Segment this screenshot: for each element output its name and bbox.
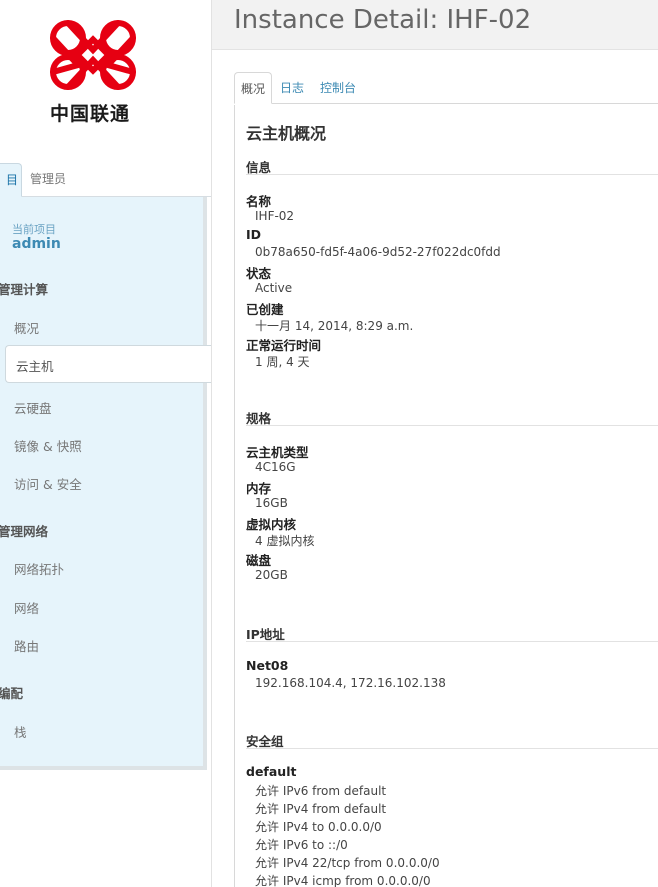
field-label-status: 状态 [246, 266, 272, 281]
field-label-id: ID [246, 227, 262, 242]
field-label-disk: 磁盘 [246, 553, 272, 568]
sidebar-group-network: 管理网络 [0, 524, 49, 539]
sidebar-item-network-topology[interactable]: 网络拓扑 [14, 559, 64, 578]
field-value-vcpus: 4 虚拟内核 [255, 534, 315, 548]
sidebar-item-overview[interactable]: 概况 [14, 318, 39, 337]
detail-tabs: 概况 日志 控制台 [234, 70, 658, 104]
field-value-status: Active [255, 281, 293, 295]
tab-console[interactable]: 控制台 [320, 72, 356, 104]
security-rule: 允许 IPv6 to ::/0 [255, 838, 348, 852]
sidebar-item-stacks[interactable]: 栈 [14, 722, 27, 741]
sidebar-group-compute: 管理计算 [0, 282, 49, 297]
section-divider [246, 748, 658, 749]
field-label-flavor: 云主机类型 [246, 445, 309, 460]
main-content: 概况 日志 控制台 云主机概况 信息 名称 IHF-02 ID 0b78a650… [234, 70, 658, 887]
security-rule: 允许 IPv4 icmp from 0.0.0.0/0 [255, 874, 431, 887]
security-rule: 允许 IPv6 from default [255, 784, 387, 798]
sidebar-item-images[interactable]: 镜像 & 快照 [14, 436, 82, 455]
sidebar: 中国联通 目 管理员 当前项目 admin 管理计算 概况 云主机 云硬盘 镜像… [0, 0, 212, 887]
logo-text: 中国联通 [49, 103, 130, 125]
section-divider [246, 641, 658, 642]
field-label-name: 名称 [246, 194, 272, 209]
sidebar-divider [211, 0, 212, 887]
sidebar-item-networks[interactable]: 网络 [14, 598, 39, 617]
section-divider [246, 174, 658, 175]
security-rule: 允许 IPv4 from default [255, 802, 387, 816]
field-value-created: 十一月 14, 2014, 8:29 a.m. [255, 319, 414, 333]
tab-overview[interactable]: 概况 [234, 72, 272, 104]
field-label-network: Net08 [246, 658, 289, 673]
page-title: Instance Detail: IHF-02 [234, 5, 532, 35]
sidebar-nav-panel: 当前项目 admin 管理计算 概况 云主机 云硬盘 镜像 & 快照 访问 & … [0, 197, 212, 770]
security-rule: 允许 IPv4 22/tcp from 0.0.0.0/0 [255, 856, 440, 870]
sidebar-item-volumes[interactable]: 云硬盘 [14, 398, 52, 417]
field-label-security-group: default [246, 764, 297, 779]
sidebar-tab-admin[interactable]: 管理员 [25, 163, 75, 197]
tab-log[interactable]: 日志 [280, 72, 304, 104]
sidebar-group-orchestration: 编配 [0, 686, 24, 701]
field-value-uptime: 1 周, 4 天 [255, 355, 310, 369]
field-value-ram: 16GB [255, 496, 288, 510]
field-label-ram: 内存 [246, 481, 272, 496]
sidebar-item-instances[interactable]: 云主机 [5, 345, 212, 383]
page-header: Instance Detail: IHF-02 [212, 0, 658, 50]
section-divider [246, 425, 658, 426]
detail-title: 云主机概况 [246, 124, 327, 143]
sidebar-item-access-security[interactable]: 访问 & 安全 [14, 474, 82, 493]
current-project-name[interactable]: admin [12, 236, 61, 252]
field-value-flavor: 4C16G [255, 460, 296, 474]
field-label-vcpus: 虚拟内核 [246, 517, 297, 532]
sidebar-item-label: 云主机 [16, 359, 54, 374]
sidebar-tabs: 目 管理员 [0, 163, 211, 197]
security-rule: 允许 IPv4 to 0.0.0.0/0 [255, 820, 382, 834]
field-value-disk: 20GB [255, 568, 288, 582]
instance-detail-panel: 云主机概况 信息 名称 IHF-02 ID 0b78a650-fd5f-4a06… [234, 105, 658, 887]
field-value-ip-addresses: 192.168.104.4, 172.16.102.138 [255, 676, 446, 690]
field-label-uptime: 正常运行时间 [246, 338, 322, 353]
sidebar-tab-project[interactable]: 目 [0, 163, 22, 197]
field-value-id: 0b78a650-fd5f-4a06-9d52-27f022dc0fdd [255, 245, 501, 259]
field-value-name: IHF-02 [255, 209, 295, 223]
sidebar-item-routers[interactable]: 路由 [14, 636, 39, 655]
field-label-created: 已创建 [246, 302, 284, 317]
current-project-label: 当前项目 [12, 223, 56, 236]
